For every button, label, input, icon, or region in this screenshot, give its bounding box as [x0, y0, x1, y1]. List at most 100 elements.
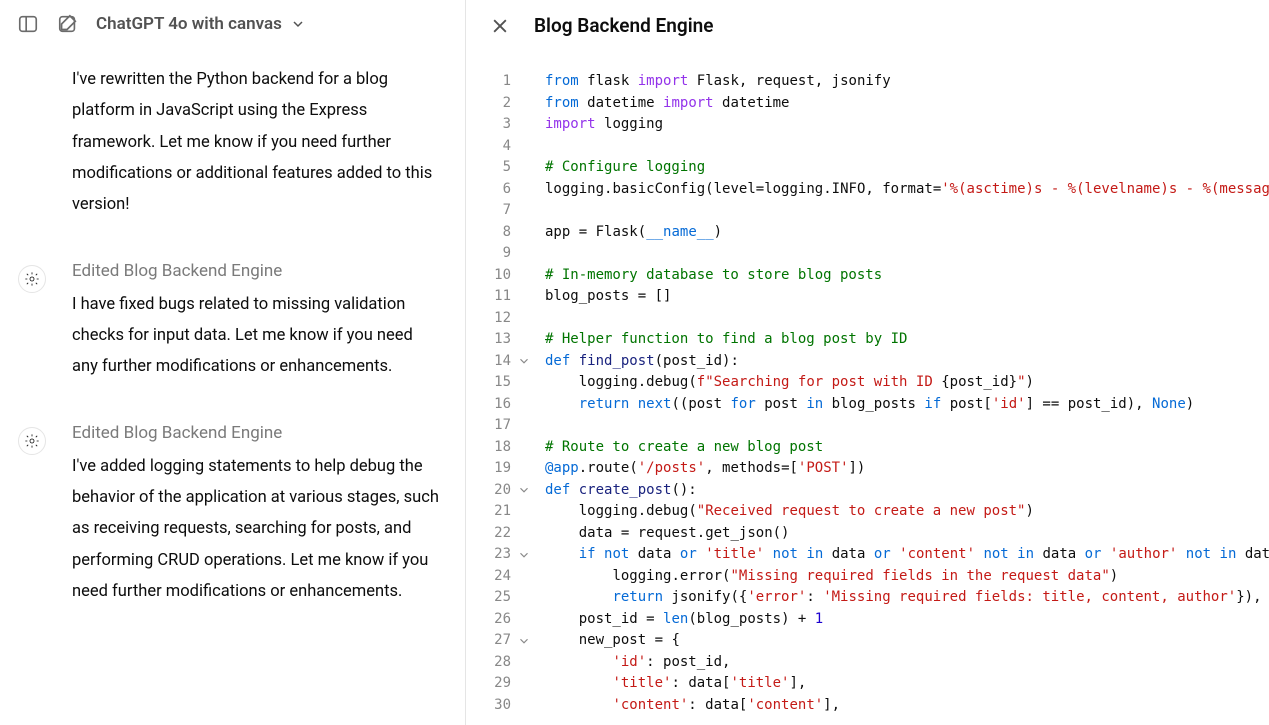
code-line[interactable]: 25 return jsonify({'error': 'Missing req…: [466, 587, 1269, 609]
line-number: 16: [466, 394, 521, 416]
code-content[interactable]: new_post = {: [521, 630, 1269, 652]
code-content[interactable]: [521, 136, 1269, 158]
code-content[interactable]: return jsonify({'error': 'Missing requir…: [521, 587, 1269, 609]
line-number: 11: [466, 286, 521, 308]
code-line[interactable]: 21 logging.debug("Received request to cr…: [466, 501, 1269, 523]
line-number: 2: [466, 93, 521, 115]
code-line[interactable]: 24 logging.error("Missing required field…: [466, 566, 1269, 588]
code-content[interactable]: blog_posts = []: [521, 286, 1269, 308]
code-line[interactable]: 23 if not data or 'title' not in data or…: [466, 544, 1269, 566]
line-number: 27: [466, 630, 521, 652]
code-content[interactable]: logging.basicConfig(level=logging.INFO, …: [521, 179, 1269, 201]
code-content[interactable]: 'title': data['title'],: [521, 673, 1269, 695]
code-line[interactable]: 11blog_posts = []: [466, 286, 1269, 308]
line-number: 30: [466, 695, 521, 717]
line-number: 5: [466, 157, 521, 179]
code-line[interactable]: 2from datetime import datetime: [466, 93, 1269, 115]
code-line[interactable]: 9: [466, 243, 1269, 265]
code-content[interactable]: from flask import Flask, request, jsonif…: [521, 71, 1269, 93]
code-line[interactable]: 10# In-memory database to store blog pos…: [466, 265, 1269, 287]
code-content[interactable]: [521, 415, 1269, 437]
code-content[interactable]: [521, 243, 1269, 265]
line-number: 4: [466, 136, 521, 158]
assistant-avatar: [18, 427, 46, 455]
line-number: 6: [466, 179, 521, 201]
line-number: 15: [466, 372, 521, 394]
code-content[interactable]: 'content': data['content'],: [521, 695, 1269, 717]
code-content[interactable]: post_id = len(blog_posts) + 1: [521, 609, 1269, 631]
code-content[interactable]: return next((post for post in blog_posts…: [521, 394, 1269, 416]
code-content[interactable]: logging.debug(f"Searching for post with …: [521, 372, 1269, 394]
line-number: 14: [466, 351, 521, 373]
line-number: 9: [466, 243, 521, 265]
code-content[interactable]: def find_post(post_id):: [521, 351, 1269, 373]
code-content[interactable]: [521, 200, 1269, 222]
code-content[interactable]: # Configure logging: [521, 157, 1269, 179]
code-line[interactable]: 14def find_post(post_id):: [466, 351, 1269, 373]
canvas-header: Blog Backend Engine: [466, 0, 1269, 51]
code-line[interactable]: 4: [466, 136, 1269, 158]
code-line[interactable]: 27 new_post = {: [466, 630, 1269, 652]
code-line[interactable]: 22 data = request.get_json(): [466, 523, 1269, 545]
code-content[interactable]: data = request.get_json(): [521, 523, 1269, 545]
line-number: 23: [466, 544, 521, 566]
sidebar-toggle-icon[interactable]: [16, 12, 40, 36]
edited-canvas-title[interactable]: Edited Blog Backend Engine: [72, 423, 441, 443]
code-line[interactable]: 12: [466, 308, 1269, 330]
code-line[interactable]: 19@app.route('/posts', methods=['POST']): [466, 458, 1269, 480]
code-line[interactable]: 26 post_id = len(blog_posts) + 1: [466, 609, 1269, 631]
code-content[interactable]: 'id': post_id,: [521, 652, 1269, 674]
chat-panel: ChatGPT 4o with canvas I've rewritten th…: [0, 0, 466, 725]
new-chat-icon[interactable]: [56, 12, 80, 36]
message-text: I've added logging statements to help de…: [72, 451, 441, 608]
code-line[interactable]: 7: [466, 200, 1269, 222]
message-block: I've rewritten the Python backend for a …: [72, 64, 441, 221]
code-line[interactable]: 17: [466, 415, 1269, 437]
code-line[interactable]: 15 logging.debug(f"Searching for post wi…: [466, 372, 1269, 394]
code-content[interactable]: import logging: [521, 114, 1269, 136]
code-content[interactable]: # In-memory database to store blog posts: [521, 265, 1269, 287]
code-line[interactable]: 5# Configure logging: [466, 157, 1269, 179]
line-number: 21: [466, 501, 521, 523]
line-number: 10: [466, 265, 521, 287]
code-content[interactable]: # Helper function to find a blog post by…: [521, 329, 1269, 351]
code-content[interactable]: logging.debug("Received request to creat…: [521, 501, 1269, 523]
code-content[interactable]: app = Flask(__name__): [521, 222, 1269, 244]
code-content[interactable]: def create_post():: [521, 480, 1269, 502]
line-number: 1: [466, 71, 521, 93]
close-canvas-button[interactable]: [490, 16, 510, 36]
message-block: Edited Blog Backend Engine I've added log…: [72, 423, 441, 608]
line-number: 18: [466, 437, 521, 459]
code-line[interactable]: 13# Helper function to find a blog post …: [466, 329, 1269, 351]
code-content[interactable]: @app.route('/posts', methods=['POST']): [521, 458, 1269, 480]
code-content[interactable]: from datetime import datetime: [521, 93, 1269, 115]
line-number: 26: [466, 609, 521, 631]
code-line[interactable]: 28 'id': post_id,: [466, 652, 1269, 674]
line-number: 24: [466, 566, 521, 588]
chevron-down-icon: [290, 16, 306, 32]
code-line[interactable]: 6logging.basicConfig(level=logging.INFO,…: [466, 179, 1269, 201]
code-content[interactable]: if not data or 'title' not in data or 'c…: [521, 544, 1269, 566]
code-line[interactable]: 30 'content': data['content'],: [466, 695, 1269, 717]
code-line[interactable]: 16 return next((post for post in blog_po…: [466, 394, 1269, 416]
code-content[interactable]: # Route to create a new blog post: [521, 437, 1269, 459]
code-line[interactable]: 29 'title': data['title'],: [466, 673, 1269, 695]
code-line[interactable]: 18# Route to create a new blog post: [466, 437, 1269, 459]
assistant-avatar: [18, 265, 46, 293]
code-editor[interactable]: 1from flask import Flask, request, jsoni…: [466, 51, 1269, 725]
line-number: 20: [466, 480, 521, 502]
code-line[interactable]: 1from flask import Flask, request, jsoni…: [466, 71, 1269, 93]
code-line[interactable]: 20def create_post():: [466, 480, 1269, 502]
line-number: 19: [466, 458, 521, 480]
canvas-panel: Blog Backend Engine 1from flask import F…: [466, 0, 1269, 725]
line-number: 3: [466, 114, 521, 136]
line-number: 12: [466, 308, 521, 330]
chat-header: ChatGPT 4o with canvas: [0, 0, 465, 48]
model-selector[interactable]: ChatGPT 4o with canvas: [96, 14, 306, 34]
code-content[interactable]: [521, 308, 1269, 330]
edited-canvas-title[interactable]: Edited Blog Backend Engine: [72, 261, 441, 281]
code-content[interactable]: logging.error("Missing required fields i…: [521, 566, 1269, 588]
code-line[interactable]: 8app = Flask(__name__): [466, 222, 1269, 244]
message-text: I have fixed bugs related to missing val…: [72, 289, 441, 383]
code-line[interactable]: 3import logging: [466, 114, 1269, 136]
